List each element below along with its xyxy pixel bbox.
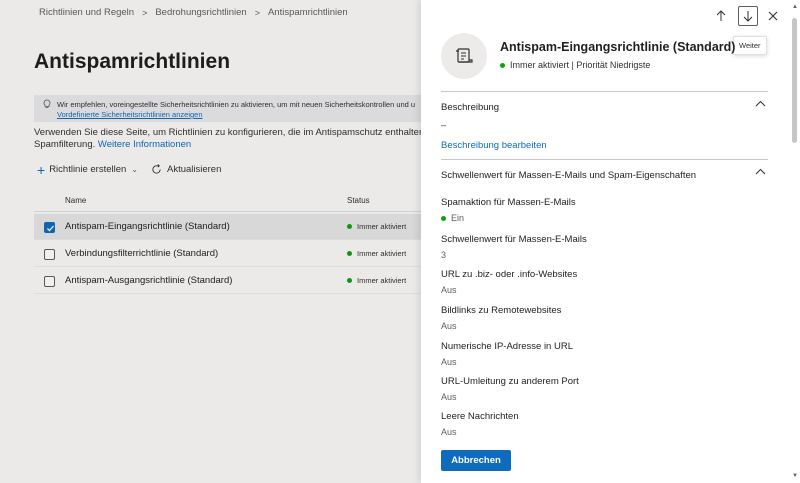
- row-name: Antispam-Ausgangsrichtlinie (Standard): [65, 275, 233, 286]
- field-label: URL-Umleitung zu anderem Port: [441, 376, 579, 387]
- section-description-header[interactable]: Beschreibung: [441, 91, 768, 119]
- panel-subtitle-text: Immer aktiviert | Priorität Niedrigste: [510, 60, 651, 70]
- status-dot-icon: [347, 224, 352, 229]
- field-value: Ein: [441, 213, 464, 223]
- chevron-down-icon: ⌄: [131, 165, 138, 174]
- row-status-text: Immer aktiviert: [357, 249, 407, 258]
- row-status: Immer aktiviert: [347, 222, 406, 231]
- create-policy-button[interactable]: + Richtlinie erstellen ⌄: [37, 161, 138, 178]
- breadcrumb-item-3: Antispamrichtlinien: [267, 7, 348, 18]
- field-label: Schwellenwert für Massen-E-Mails: [441, 234, 587, 245]
- row-status-text: Immer aktiviert: [357, 222, 407, 231]
- row-name: Verbindungsfilterrichtlinie (Standard): [65, 248, 219, 259]
- field-value: Aus: [441, 392, 457, 402]
- next-tooltip: Weiter: [733, 36, 767, 55]
- arrow-down-icon: [743, 11, 753, 22]
- close-icon: [768, 11, 778, 21]
- field-label: URL zu .biz- oder .info-Websites: [441, 269, 578, 280]
- lightbulb-icon: [43, 99, 51, 109]
- panel-title: Antispam-Eingangsrichtlinie (Standard): [500, 40, 736, 54]
- field-value: Aus: [441, 285, 457, 295]
- table-row[interactable]: Antispam-Eingangsrichtlinie (Standard) I…: [34, 214, 421, 240]
- cancel-button[interactable]: Abbrechen: [441, 450, 511, 471]
- previous-item-button[interactable]: [711, 6, 731, 26]
- refresh-icon: [152, 164, 161, 174]
- breadcrumb-item-2[interactable]: Bedrohungsrichtlinien: [155, 7, 246, 18]
- row-checkbox[interactable]: [44, 222, 55, 233]
- chevron-up-icon: [755, 100, 766, 107]
- table-header: Name Status: [34, 188, 421, 212]
- info-bar: Wir empfehlen, voreingestellte Sicherhei…: [34, 95, 421, 122]
- row-checkbox[interactable]: [44, 276, 55, 287]
- edit-description-link[interactable]: Beschreibung bearbeiten: [441, 140, 547, 151]
- section-description: Beschreibung: [441, 91, 768, 119]
- field-label: Leere Nachrichten: [441, 411, 519, 422]
- plus-icon: +: [37, 161, 46, 178]
- section-thresholds: Schwellenwert für Massen-E-Mails und Spa…: [441, 159, 768, 187]
- status-dot-icon: [347, 251, 352, 256]
- status-dot-icon: [441, 215, 446, 221]
- field-value: Aus: [441, 357, 457, 367]
- next-item-button[interactable]: [738, 6, 758, 26]
- page-title: Antispamrichtlinien: [34, 50, 231, 73]
- status-dot-icon: [347, 278, 352, 283]
- scrollbar-thumb[interactable]: [792, 18, 797, 143]
- section-thresholds-title: Schwellenwert für Massen-E-Mails und Spa…: [441, 170, 697, 181]
- chevron-up-icon: [755, 168, 766, 175]
- description-value: –: [441, 120, 447, 130]
- breadcrumb: Richtlinien und Regeln > Bedrohungsricht…: [39, 7, 348, 18]
- description-line-2: Spamfilterung.: [34, 139, 96, 150]
- panel-subtitle: Immer aktiviert | Priorität Niedrigste: [500, 60, 650, 70]
- breadcrumb-item-1[interactable]: Richtlinien und Regeln: [39, 7, 134, 18]
- field-value: Aus: [441, 321, 457, 331]
- field-value: 3: [441, 250, 447, 260]
- status-dot-icon: [500, 62, 505, 68]
- create-policy-label: Richtlinie erstellen: [49, 164, 127, 175]
- column-header-status[interactable]: Status: [347, 196, 370, 205]
- preset-policies-link[interactable]: Vordefinierte Sicherheitsrichtlinien anz…: [57, 110, 421, 119]
- row-status: Immer aktiviert: [347, 249, 406, 258]
- scroll-document-icon: [456, 48, 473, 63]
- field-value: Aus: [441, 427, 457, 437]
- row-status-text: Immer aktiviert: [357, 276, 407, 285]
- field-label: Numerische IP-Adresse in URL: [441, 341, 573, 352]
- row-checkbox[interactable]: [44, 249, 55, 260]
- policy-avatar: [441, 33, 487, 79]
- close-button[interactable]: [763, 6, 783, 26]
- page-description: Verwenden Sie diese Seite, um Richtlinie…: [34, 127, 421, 151]
- checkmark-icon: [47, 225, 54, 232]
- learn-more-link[interactable]: Weitere Informationen: [98, 139, 191, 150]
- section-description-title: Beschreibung: [441, 102, 500, 113]
- details-panel: ▲ ▼ Weiter Antispam-Eingangsrichtlinie (…: [421, 0, 800, 483]
- field-label: Spamaktion für Massen-E-Mails: [441, 197, 576, 208]
- field-value-text: Ein: [451, 213, 465, 223]
- chevron-right-icon: >: [254, 7, 260, 18]
- arrow-up-icon: [716, 10, 726, 21]
- info-bar-text: Wir empfehlen, voreingestellte Sicherhei…: [57, 99, 416, 109]
- column-header-name[interactable]: Name: [65, 196, 86, 205]
- table-row[interactable]: Verbindungsfilterrichtlinie (Standard) I…: [34, 241, 421, 267]
- table-row[interactable]: Antispam-Ausgangsrichtlinie (Standard) I…: [34, 268, 421, 294]
- refresh-label: Aktualisieren: [166, 164, 222, 175]
- section-thresholds-header[interactable]: Schwellenwert für Massen-E-Mails und Spa…: [441, 159, 768, 187]
- refresh-button[interactable]: Aktualisieren: [138, 164, 221, 175]
- toolbar: + Richtlinie erstellen ⌄ Aktualisieren: [37, 161, 221, 178]
- row-status: Immer aktiviert: [347, 276, 406, 285]
- scroll-down-icon[interactable]: ▼: [792, 473, 798, 479]
- scroll-up-icon[interactable]: ▲: [792, 4, 798, 10]
- field-label: Bildlinks zu Remotewebsites: [441, 305, 562, 316]
- chevron-right-icon: >: [142, 7, 148, 18]
- description-line-1: Verwenden Sie diese Seite, um Richtlinie…: [34, 127, 421, 138]
- row-name: Antispam-Eingangsrichtlinie (Standard): [65, 221, 230, 232]
